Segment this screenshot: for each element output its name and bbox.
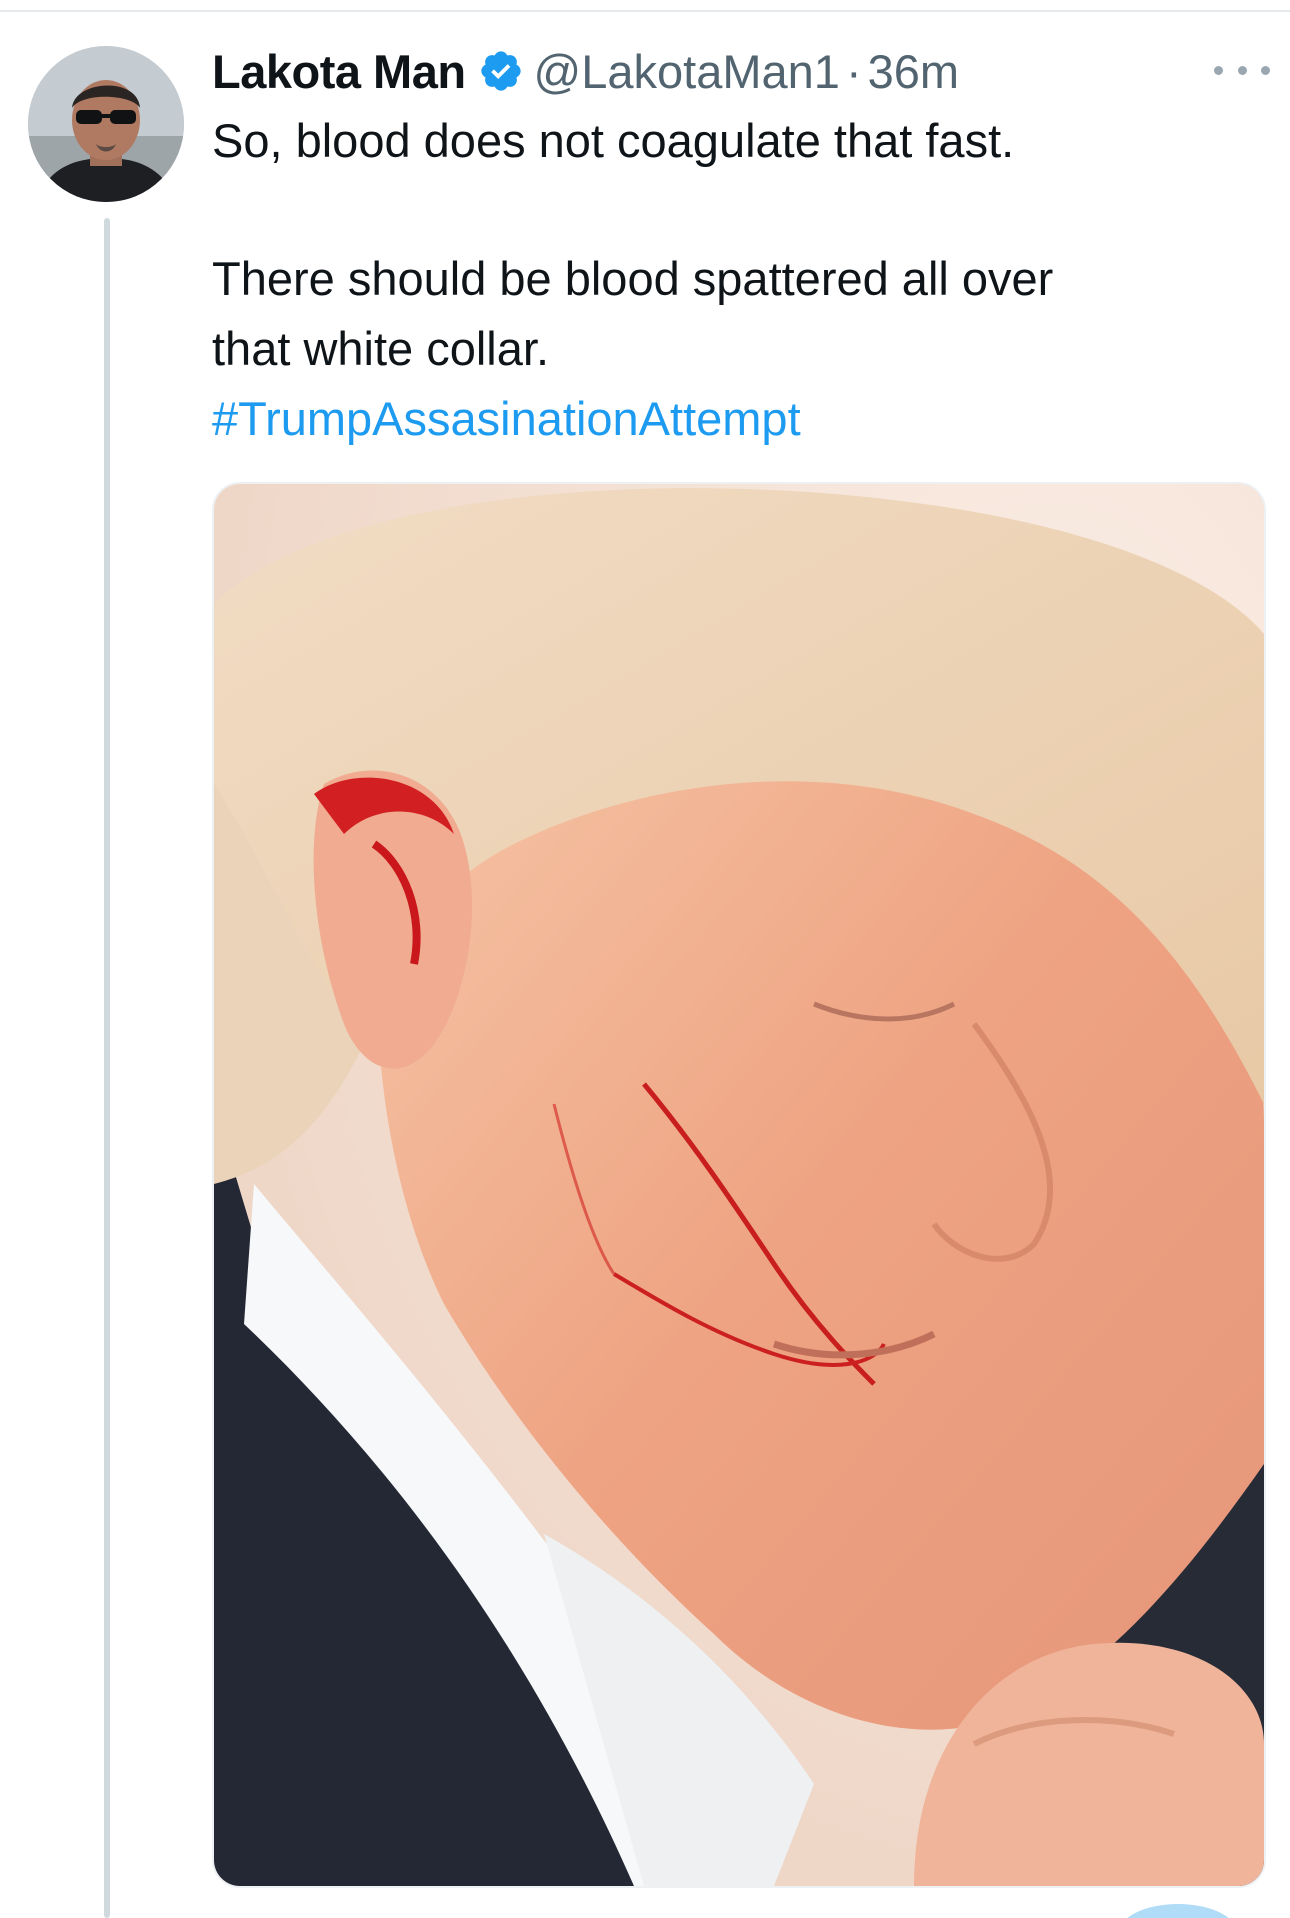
action-button-peek[interactable]	[1118, 1904, 1238, 1918]
handle[interactable]: @LakotaMan1	[534, 44, 840, 99]
verified-badge-icon	[478, 48, 524, 94]
tweet: Lakota Man @LakotaMan1 · 36m So, blood d…	[212, 36, 1270, 454]
avatar[interactable]	[28, 46, 184, 202]
tweet-text-line: There should be blood spattered all over	[212, 252, 1054, 305]
display-name[interactable]: Lakota Man	[212, 44, 466, 99]
tweet-screen: Lakota Man @LakotaMan1 · 36m So, blood d…	[0, 0, 1290, 1918]
tweet-media-image[interactable]	[212, 482, 1266, 1888]
more-options-icon[interactable]	[1214, 52, 1270, 88]
tweet-text-line: that white collar.	[212, 322, 550, 375]
top-divider	[0, 10, 1290, 12]
thread-line	[104, 218, 110, 1918]
tweet-text-line: So, blood does not coagulate that fast.	[212, 114, 1015, 167]
timestamp[interactable]: 36m	[868, 44, 959, 99]
tweet-header: Lakota Man @LakotaMan1 · 36m	[212, 36, 1252, 106]
separator-dot: ·	[845, 44, 862, 98]
tweet-text: So, blood does not coagulate that fast. …	[212, 106, 1252, 454]
hashtag-link[interactable]: #TrumpAssasinationAttempt	[212, 392, 801, 445]
